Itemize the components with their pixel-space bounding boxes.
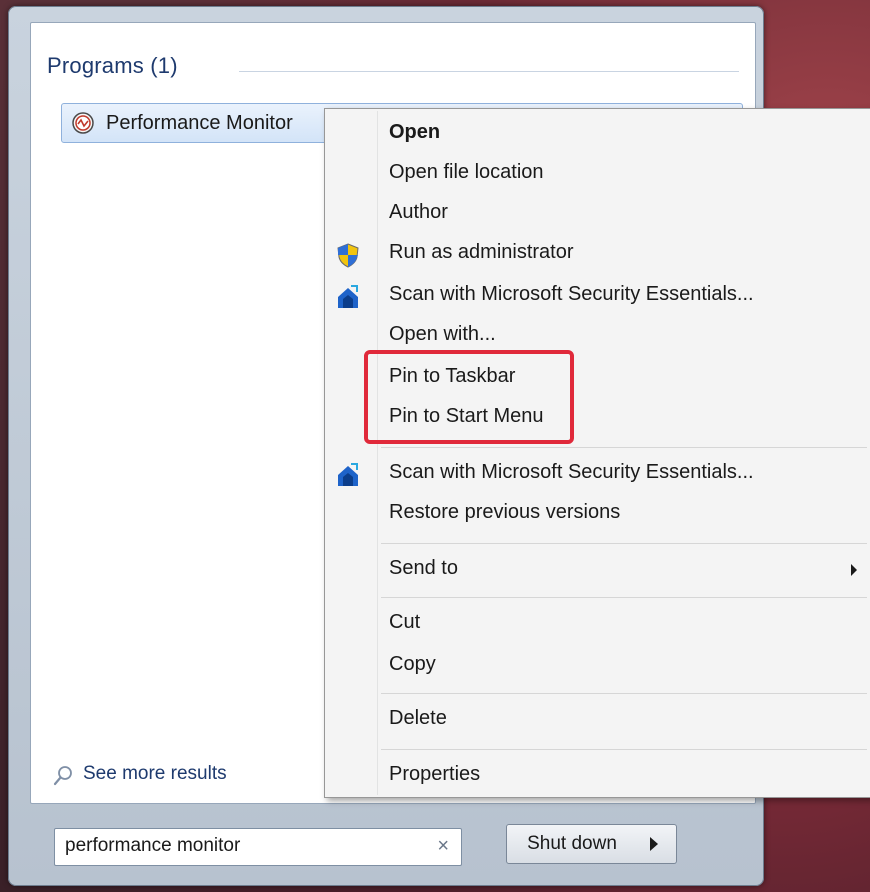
menu-item-restore-previous-versions[interactable]: Restore previous versions [325, 495, 870, 533]
menu-item-copy[interactable]: Copy [325, 647, 870, 685]
menu-item-label: Open file location [389, 161, 544, 183]
menu-separator [381, 543, 867, 544]
performance-monitor-icon [72, 112, 94, 134]
menu-separator [381, 749, 867, 750]
menu-item-scan-mse-2[interactable]: Scan with Microsoft Security Essentials.… [325, 455, 870, 493]
menu-item-scan-mse[interactable]: Scan with Microsoft Security Essentials.… [325, 277, 870, 315]
shut-down-options-button[interactable] [637, 824, 677, 864]
menu-item-open[interactable]: Open [325, 115, 870, 153]
menu-item-label: Restore previous versions [389, 501, 621, 523]
menu-item-properties[interactable]: Properties [325, 757, 870, 795]
menu-item-open-file-location[interactable]: Open file location [325, 155, 870, 193]
menu-item-label: Delete [389, 707, 447, 729]
shut-down-button[interactable]: Shut down [506, 824, 638, 864]
security-essentials-icon [338, 463, 358, 486]
submenu-arrow-icon [851, 564, 857, 576]
menu-item-label: Open with... [389, 323, 496, 345]
menu-item-label: Properties [389, 763, 481, 785]
uac-shield-icon [337, 243, 359, 268]
menu-item-label: Send to [389, 557, 458, 579]
search-value: performance monitor [65, 835, 241, 856]
programs-header: Programs (1) [47, 53, 178, 78]
menu-item-label: Scan with Microsoft Security Essentials.… [389, 283, 754, 305]
result-label: Performance Monitor [106, 112, 293, 134]
search-input[interactable]: performance monitor × [54, 828, 462, 866]
menu-item-author[interactable]: Author [325, 195, 870, 233]
menu-item-run-as-administrator[interactable]: Run as administrator [325, 235, 870, 273]
menu-item-cut[interactable]: Cut [325, 605, 870, 643]
menu-item-label: Open [389, 121, 441, 143]
divider [239, 71, 739, 72]
context-menu: Open Open file location Author Run as ad… [324, 108, 870, 798]
see-more-label: See more results [83, 763, 227, 784]
chevron-right-icon [650, 837, 658, 851]
menu-item-send-to[interactable]: Send to [325, 551, 870, 589]
highlight-annotation [364, 350, 574, 444]
security-essentials-icon [338, 285, 358, 308]
shut-down-label: Shut down [527, 833, 617, 854]
menu-item-label: Run as administrator [389, 241, 574, 263]
menu-separator [381, 597, 867, 598]
menu-item-label: Copy [389, 653, 436, 675]
menu-item-label: Author [389, 201, 448, 223]
menu-item-label: Cut [389, 611, 421, 633]
menu-item-delete[interactable]: Delete [325, 701, 870, 739]
menu-separator [381, 693, 867, 694]
magnifier-icon [53, 766, 72, 786]
clear-search-icon[interactable]: × [437, 835, 449, 858]
menu-item-label: Scan with Microsoft Security Essentials.… [389, 461, 754, 483]
menu-separator [381, 447, 867, 448]
